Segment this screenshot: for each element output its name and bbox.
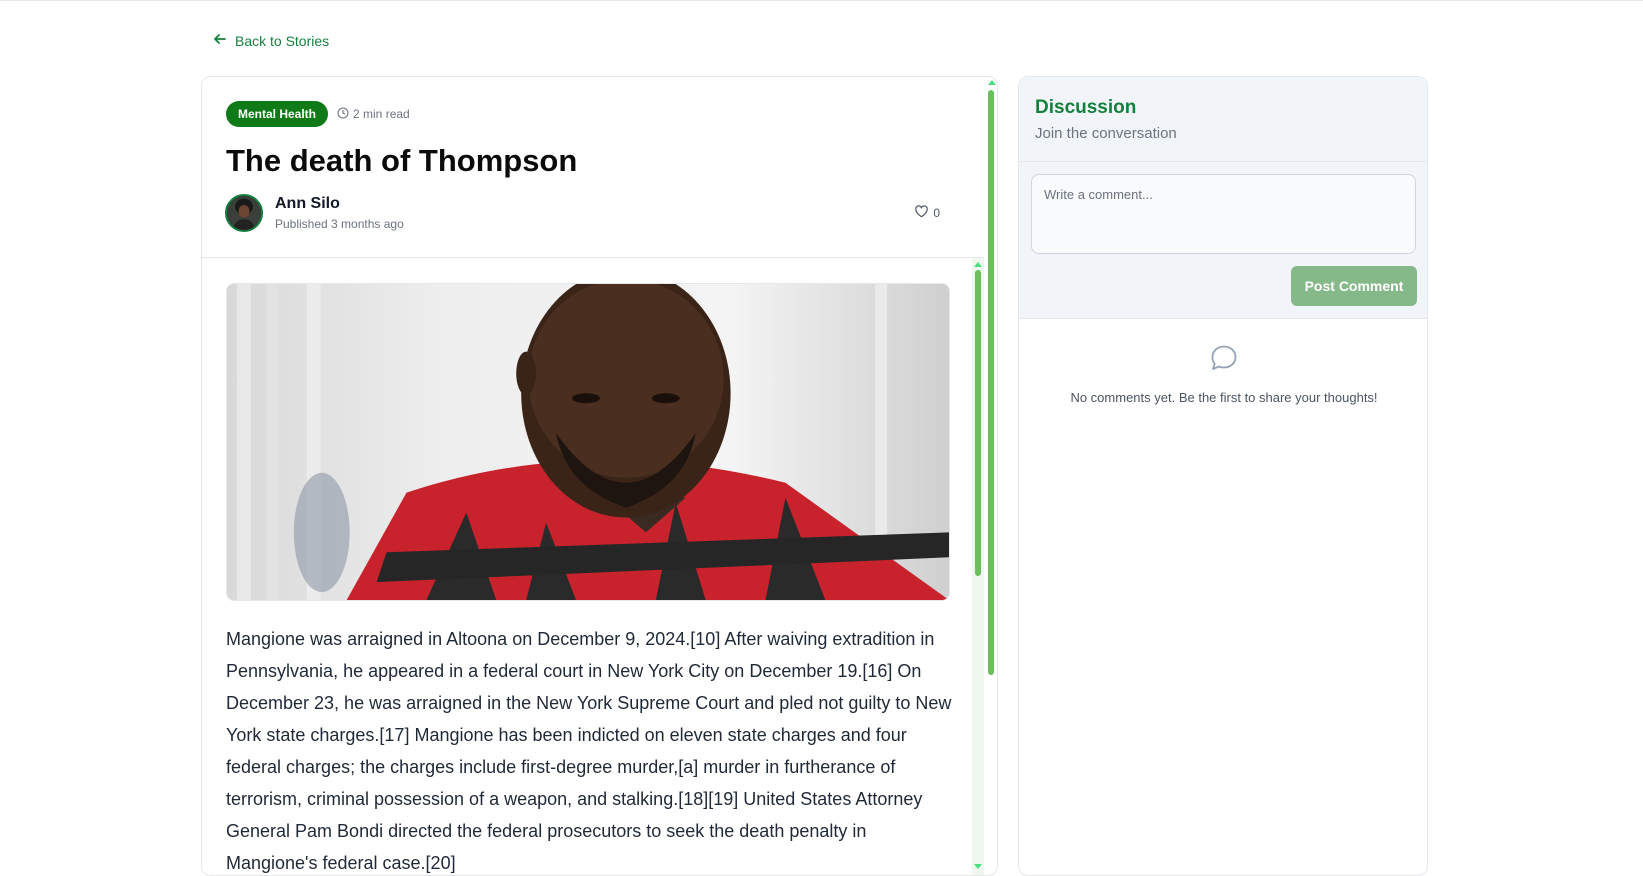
scroll-down-arrow-icon[interactable] bbox=[974, 864, 982, 869]
no-comments-state: No comments yet. Be the first to share y… bbox=[1019, 343, 1427, 405]
discussion-header: Discussion Join the conversation bbox=[1019, 77, 1427, 162]
discussion-subtitle: Join the conversation bbox=[1035, 125, 1177, 142]
author-name[interactable]: Ann Silo bbox=[275, 195, 404, 213]
story-body-scroll-area[interactable]: Mangione was arraigned in Altoona on Dec… bbox=[202, 258, 984, 875]
clock-icon bbox=[337, 106, 349, 122]
outer-scrollbar[interactable] bbox=[985, 77, 997, 875]
story-meta: Mental Health 2 min read bbox=[226, 101, 410, 127]
inner-scrollbar[interactable] bbox=[972, 258, 984, 875]
category-tag[interactable]: Mental Health bbox=[226, 101, 329, 127]
like-button[interactable]: 0 bbox=[914, 204, 940, 222]
post-comment-button[interactable]: Post Comment bbox=[1291, 266, 1417, 306]
discussion-panel: Discussion Join the conversation Post Co… bbox=[1018, 76, 1428, 876]
top-divider bbox=[0, 0, 1643, 1]
arrow-left-icon bbox=[213, 32, 227, 49]
scroll-up-arrow-icon[interactable] bbox=[974, 262, 982, 267]
read-time: 2 min read bbox=[337, 106, 410, 122]
story-header: Mental Health 2 min read The death of Th… bbox=[202, 77, 984, 258]
read-time-label: 2 min read bbox=[353, 107, 410, 121]
author-avatar[interactable] bbox=[225, 194, 263, 232]
comment-input[interactable] bbox=[1031, 174, 1416, 254]
story-body-text: Mangione was arraigned in Altoona on Dec… bbox=[226, 629, 952, 873]
outer-scrollbar-thumb[interactable] bbox=[988, 90, 994, 675]
scroll-up-arrow-icon[interactable] bbox=[988, 80, 996, 85]
chat-bubble-icon bbox=[1209, 345, 1239, 377]
comment-form: Post Comment bbox=[1019, 162, 1427, 319]
story-hero-image bbox=[226, 283, 950, 601]
inner-scrollbar-thumb[interactable] bbox=[975, 270, 981, 576]
back-to-stories-link[interactable]: Back to Stories bbox=[213, 32, 329, 49]
story-card: Mental Health 2 min read The death of Th… bbox=[201, 76, 998, 876]
published-date: Published 3 months ago bbox=[275, 217, 404, 231]
author-info: Ann Silo Published 3 months ago bbox=[225, 194, 404, 232]
back-to-stories-label: Back to Stories bbox=[235, 32, 330, 49]
like-count: 0 bbox=[933, 206, 940, 220]
story-title: The death of Thompson bbox=[226, 143, 578, 178]
heart-icon bbox=[914, 204, 929, 222]
discussion-title: Discussion bbox=[1035, 97, 1137, 118]
no-comments-text: No comments yet. Be the first to share y… bbox=[1070, 390, 1378, 405]
